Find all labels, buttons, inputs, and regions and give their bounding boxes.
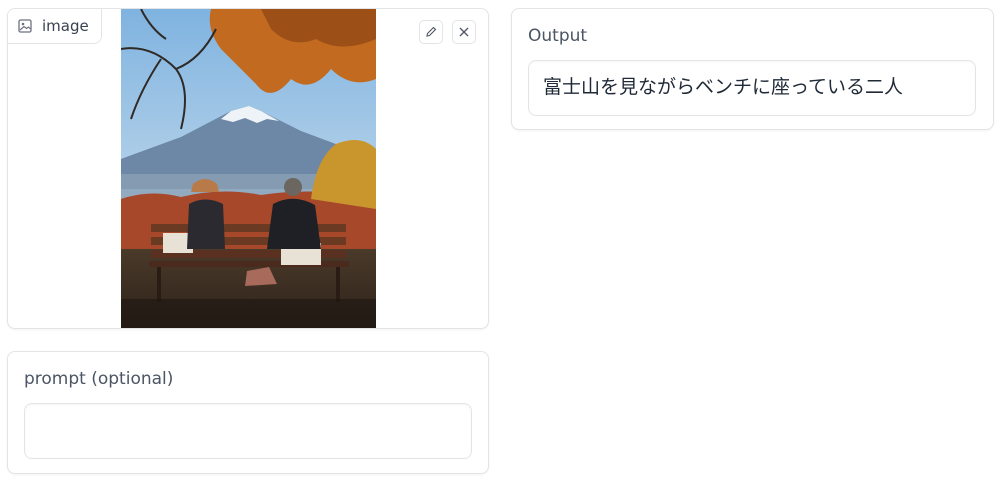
clear-button[interactable]: [452, 20, 476, 44]
output-panel: Output 富士山を見ながらベンチに座っている二人: [511, 8, 994, 130]
image-label-chip: image: [8, 9, 102, 44]
image-label: image: [42, 17, 89, 35]
prompt-panel: prompt (optional): [7, 351, 489, 474]
output-textbox[interactable]: 富士山を見ながらベンチに座っている二人: [528, 60, 976, 116]
output-label: Output: [528, 26, 588, 46]
prompt-input[interactable]: [24, 403, 472, 459]
uploaded-image: [121, 9, 376, 328]
close-icon: [458, 23, 470, 42]
prompt-label: prompt (optional): [24, 369, 174, 389]
pencil-icon: [425, 23, 437, 42]
edit-button[interactable]: [419, 20, 443, 44]
image-input-panel: image: [7, 8, 489, 329]
image-icon: [18, 19, 32, 33]
